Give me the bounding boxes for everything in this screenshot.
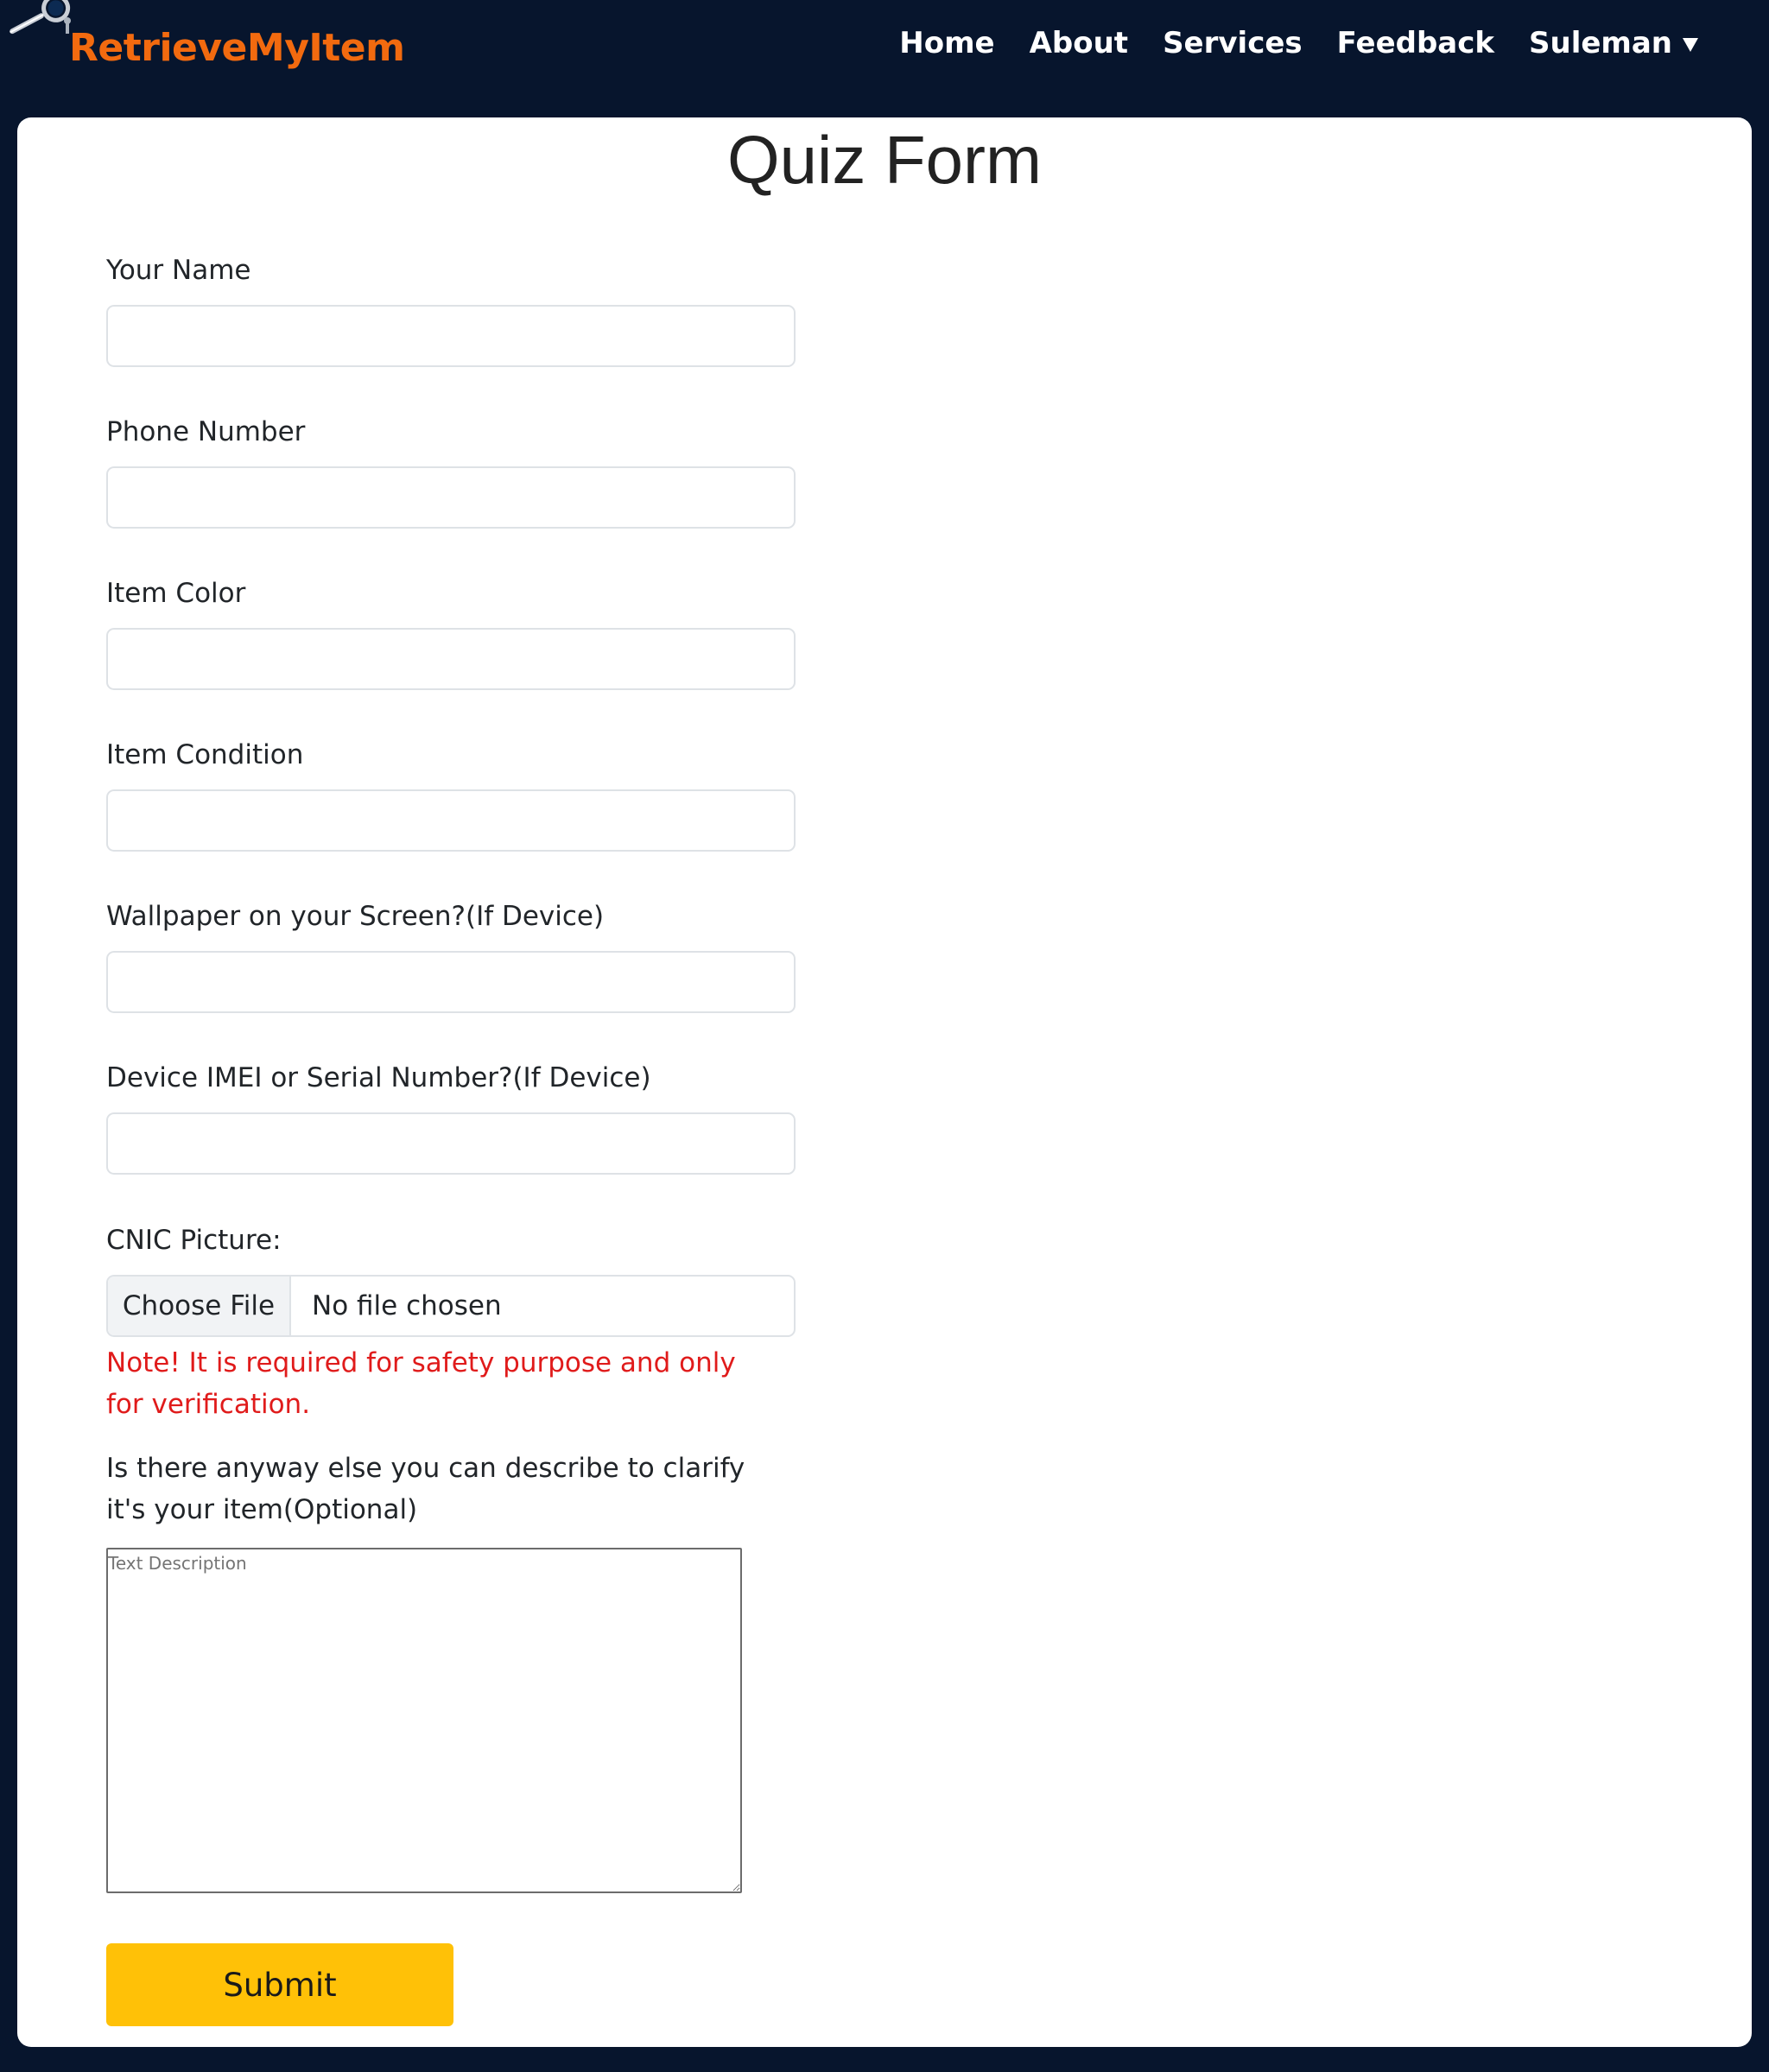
description-textarea[interactable] <box>106 1548 742 1893</box>
phone-number-label: Phone Number <box>106 416 306 447</box>
submit-button[interactable]: Submit <box>106 1943 453 2026</box>
your-name-label: Your Name <box>106 255 251 286</box>
nav-home-link[interactable]: Home <box>899 26 994 60</box>
nav-feedback-link[interactable]: Feedback <box>1337 26 1494 60</box>
navbar: RetrieveMyItem Home About Services Feedb… <box>0 0 1769 116</box>
imei-serial-label: Device IMEI or Serial Number?(If Device) <box>106 1062 651 1093</box>
user-menu-dropdown[interactable]: Suleman <box>1529 26 1698 60</box>
imei-serial-input[interactable] <box>106 1112 796 1175</box>
description-label: Is there anyway else you can describe to… <box>106 1453 745 1525</box>
item-color-input[interactable] <box>106 628 796 690</box>
caret-down-icon[interactable] <box>1683 38 1698 52</box>
brand-name[interactable]: RetrieveMyItem <box>69 26 405 70</box>
item-color-label: Item Color <box>106 578 246 609</box>
item-condition-input[interactable] <box>106 789 796 852</box>
choose-file-button[interactable]: Choose File <box>108 1277 291 1335</box>
cnic-picture-label: CNIC Picture: <box>106 1225 282 1256</box>
user-name[interactable]: Suleman <box>1529 26 1672 60</box>
file-status-text: No file chosen <box>312 1290 502 1321</box>
item-condition-label: Item Condition <box>106 739 304 770</box>
cnic-file-input[interactable]: Choose File No file chosen <box>106 1275 796 1337</box>
nav-about-link[interactable]: About <box>1030 26 1128 60</box>
wallpaper-input[interactable] <box>106 951 796 1013</box>
wallpaper-label: Wallpaper on your Screen?(If Device) <box>106 901 605 932</box>
nav-services-link[interactable]: Services <box>1163 26 1303 60</box>
your-name-input[interactable] <box>106 305 796 367</box>
phone-number-input[interactable] <box>106 466 796 529</box>
safety-note: Note! It is required for safety purpose … <box>106 1347 736 1420</box>
nav-links: Home About Services Feedback Suleman <box>899 26 1698 60</box>
quiz-form-card: Quiz Form Your Name Phone Number Item Co… <box>17 117 1752 2047</box>
page-title: Quiz Form <box>726 122 1043 198</box>
